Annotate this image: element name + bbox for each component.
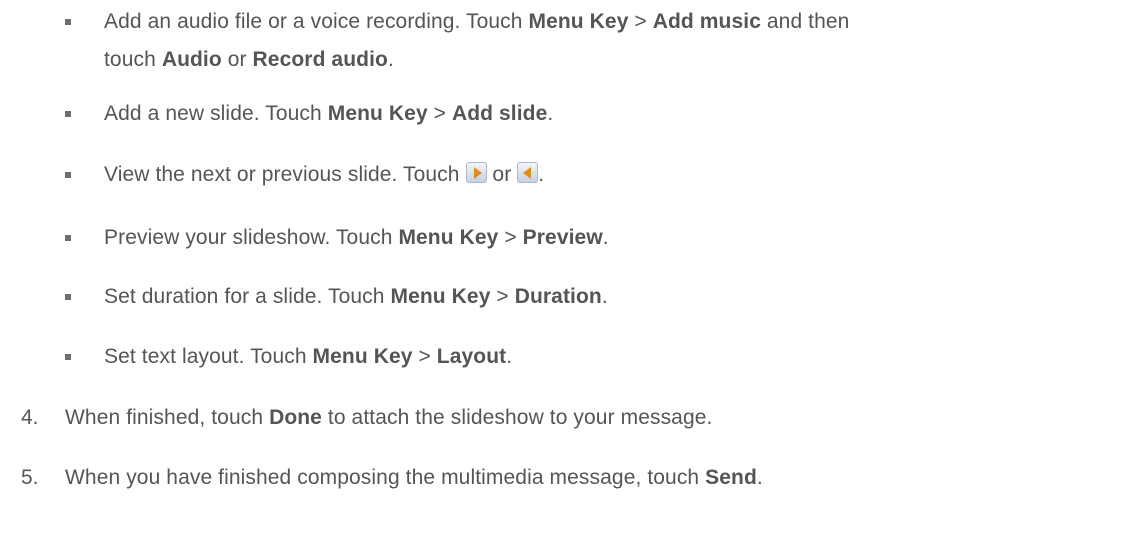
bold-term: Record audio	[252, 48, 388, 71]
bold-term: Send	[705, 466, 757, 489]
text: Add a new slide. Touch	[104, 102, 328, 125]
text: .	[756, 466, 763, 489]
bold-term: Done	[269, 406, 322, 429]
bullet-marker	[65, 19, 71, 25]
bullet-text-add-audio-cont: touch Audio or Record audio.	[104, 47, 394, 73]
text: or	[221, 48, 253, 71]
text: Add an audio file or a voice recording. …	[104, 10, 529, 33]
text: When you have finished composing the mul…	[65, 466, 706, 489]
bullet-text-add-audio: Add an audio file or a voice recording. …	[104, 9, 849, 35]
bold-term: Menu Key	[327, 102, 428, 125]
bold-term: Layout	[436, 345, 507, 368]
step-text-done: When finished, touch Done to attach the …	[65, 405, 712, 431]
bold-term: Duration	[514, 285, 602, 308]
bullet-marker	[65, 354, 71, 360]
text: Set duration for a slide. Touch	[104, 285, 391, 308]
step-number: 4.	[21, 406, 39, 429]
step-text-send: When you have finished composing the mul…	[65, 465, 763, 491]
bold-term: Preview	[522, 226, 603, 249]
separator: >	[498, 226, 523, 249]
bullet-text-layout: Set text layout. Touch Menu Key > Layout…	[104, 344, 512, 370]
bold-term: Menu Key	[312, 345, 413, 368]
separator: >	[427, 102, 452, 125]
next-slide-icon	[465, 162, 487, 183]
text: touch	[104, 48, 162, 71]
bullet-marker	[65, 235, 71, 241]
separator: >	[412, 345, 437, 368]
text: or	[486, 163, 518, 186]
bold-term: Menu Key	[528, 10, 629, 33]
separator: >	[490, 285, 515, 308]
bold-term: Add slide	[451, 102, 548, 125]
text: Set text layout. Touch	[104, 345, 313, 368]
previous-slide-icon	[517, 162, 539, 183]
separator: >	[628, 10, 653, 33]
bullet-text-duration: Set duration for a slide. Touch Menu Key…	[104, 284, 608, 310]
bold-term: Menu Key	[398, 226, 499, 249]
text: to attach the slideshow to your message.	[321, 406, 713, 429]
text: .	[387, 48, 394, 71]
bullet-marker	[65, 294, 71, 300]
text: .	[601, 285, 608, 308]
text: .	[506, 345, 513, 368]
text: View the next or previous slide. Touch	[104, 163, 466, 186]
text: .	[538, 163, 545, 186]
step-number: 5.	[21, 466, 39, 489]
bold-term: Add music	[652, 10, 761, 33]
bullet-text-preview: Preview your slideshow. Touch Menu Key >…	[104, 225, 609, 251]
text: Preview your slideshow. Touch	[104, 226, 399, 249]
text: .	[602, 226, 609, 249]
bullet-marker	[65, 111, 71, 117]
bullet-marker	[65, 172, 71, 178]
text: .	[547, 102, 554, 125]
text: and then	[760, 10, 850, 33]
bold-term: Audio	[161, 48, 222, 71]
text: When finished, touch	[65, 406, 270, 429]
bold-term: Menu Key	[390, 285, 491, 308]
bullet-text-add-slide: Add a new slide. Touch Menu Key > Add sl…	[104, 101, 553, 127]
bullet-text-view-slide: View the next or previous slide. Touch o…	[104, 162, 544, 188]
